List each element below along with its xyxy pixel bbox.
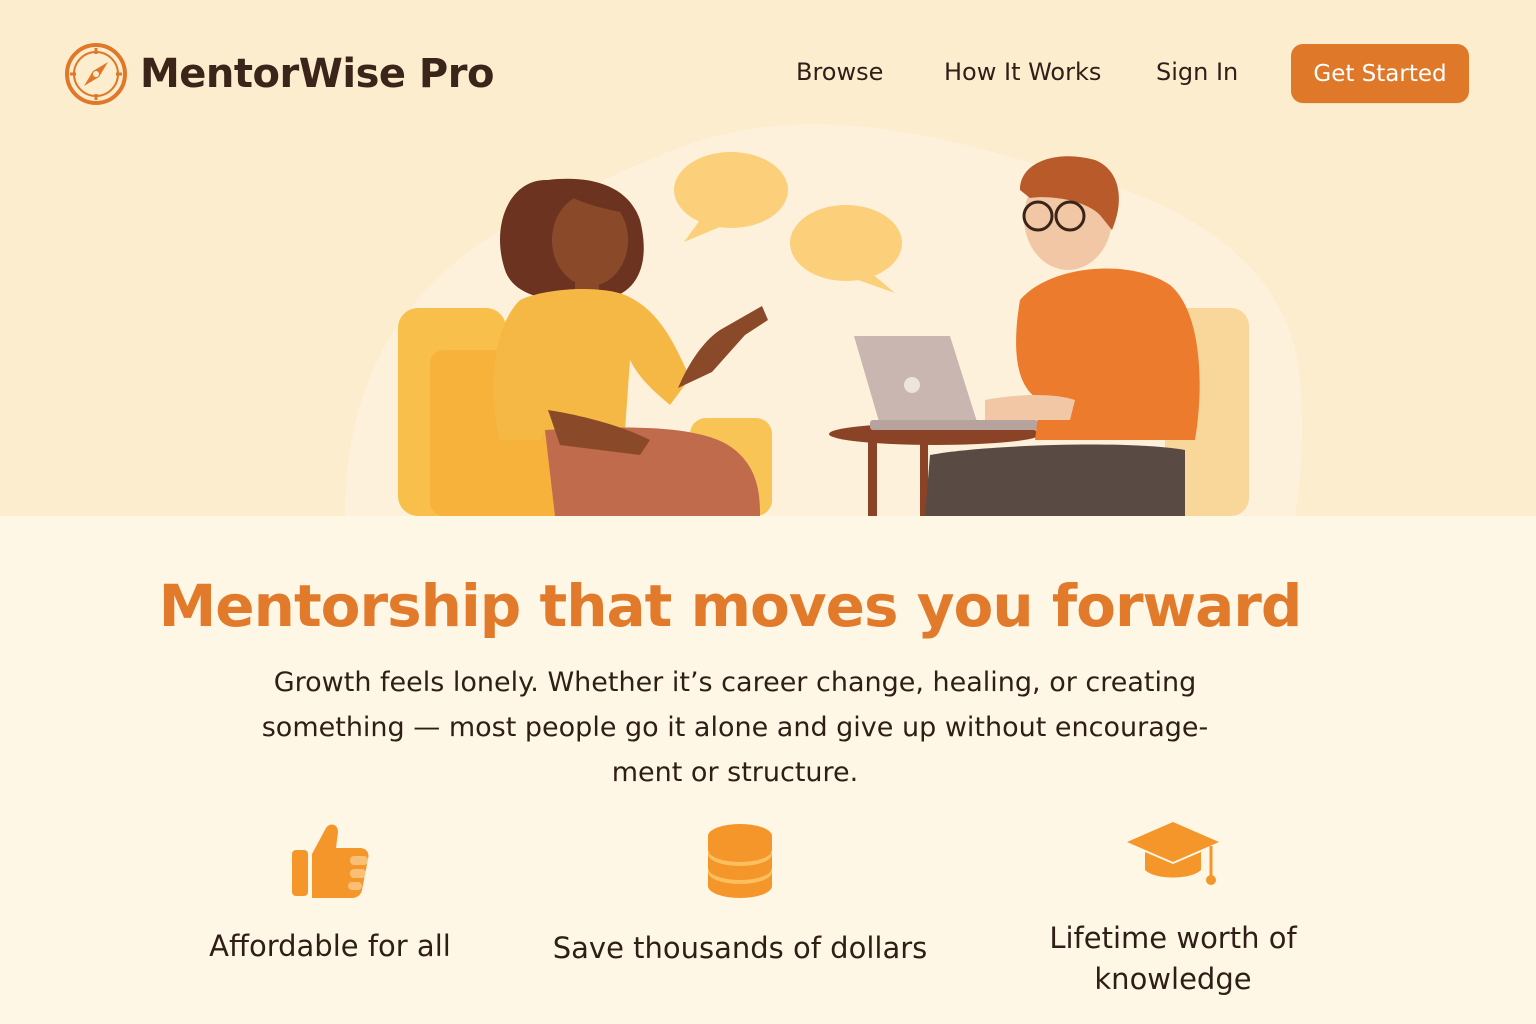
nav-browse[interactable]: Browse [796, 58, 883, 86]
compass-icon [65, 43, 127, 105]
thumbs-up-icon [292, 824, 369, 898]
coin-stack-icon [708, 824, 772, 898]
nav-how-it-works[interactable]: How It Works [944, 58, 1101, 86]
hero-headline: Mentorship that moves you forward [158, 572, 1303, 640]
feature-label: Save thousands of dollars [552, 931, 928, 965]
feature-affordable: Affordable for all [180, 820, 480, 967]
graduation-cap-icon [1127, 822, 1219, 885]
hero-subtitle: Growth feels lonely. Whether it’s career… [261, 667, 1209, 788]
get-started-button[interactable]: Get Started [1291, 44, 1469, 103]
feature-knowledge: Lifetime worth of knowledge [1030, 820, 1316, 1000]
brand-logo[interactable]: MentorWise Pro [64, 42, 494, 106]
feature-label: Lifetime worth of knowledge [1049, 921, 1297, 996]
site-header: MentorWise Pro Browse How It Works Sign … [0, 0, 1536, 150]
brand-name: MentorWise Pro [140, 51, 494, 97]
feature-savings: Save thousands of dollars [540, 820, 940, 969]
feature-label: Affordable for all [209, 929, 451, 963]
nav-sign-in[interactable]: Sign In [1156, 58, 1238, 86]
